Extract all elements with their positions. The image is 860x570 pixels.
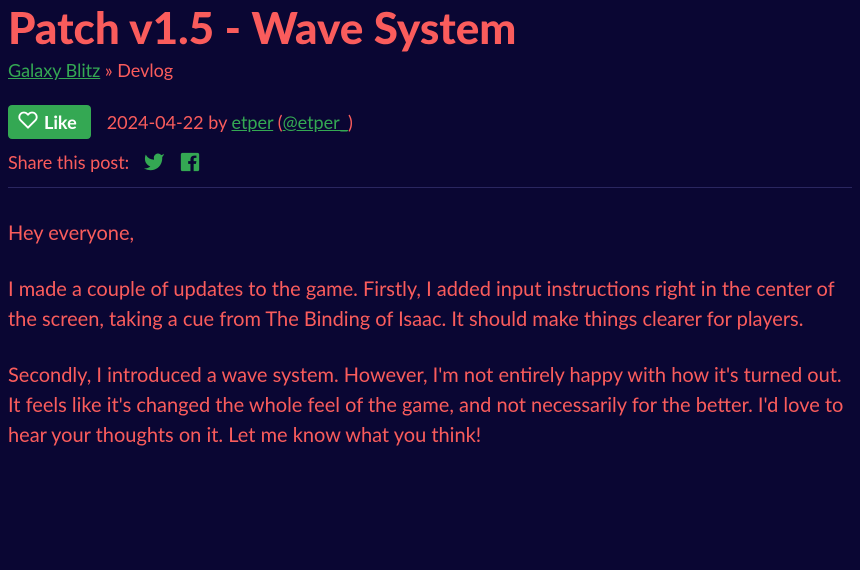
like-button[interactable]: Like: [8, 105, 91, 139]
divider: [8, 187, 852, 188]
breadcrumb: Galaxy Blitz » Devlog: [8, 59, 852, 81]
body-paragraph: Hey everyone,: [8, 218, 852, 248]
handle-close: ): [348, 111, 353, 133]
author-link[interactable]: etper: [232, 111, 274, 133]
like-label: Like: [44, 111, 77, 133]
heart-icon: [18, 110, 38, 134]
post-body: Hey everyone, I made a couple of updates…: [8, 218, 852, 450]
breadcrumb-separator: »: [105, 59, 113, 81]
facebook-icon[interactable]: [179, 151, 201, 173]
byline: 2024-04-22 by etper (@etper_): [107, 111, 353, 133]
breadcrumb-game-link[interactable]: Galaxy Blitz: [8, 59, 100, 81]
post-date: 2024-04-22: [107, 111, 204, 133]
breadcrumb-tail: Devlog: [117, 59, 173, 81]
by-word: by: [208, 111, 227, 133]
author-handle-link[interactable]: @etper_: [283, 111, 348, 133]
page-title: Patch v1.5 - Wave System: [8, 2, 852, 55]
share-label: Share this post:: [8, 151, 129, 173]
twitter-icon[interactable]: [143, 151, 165, 173]
body-paragraph: Secondly, I introduced a wave system. Ho…: [8, 360, 852, 450]
body-paragraph: I made a couple of updates to the game. …: [8, 274, 852, 334]
